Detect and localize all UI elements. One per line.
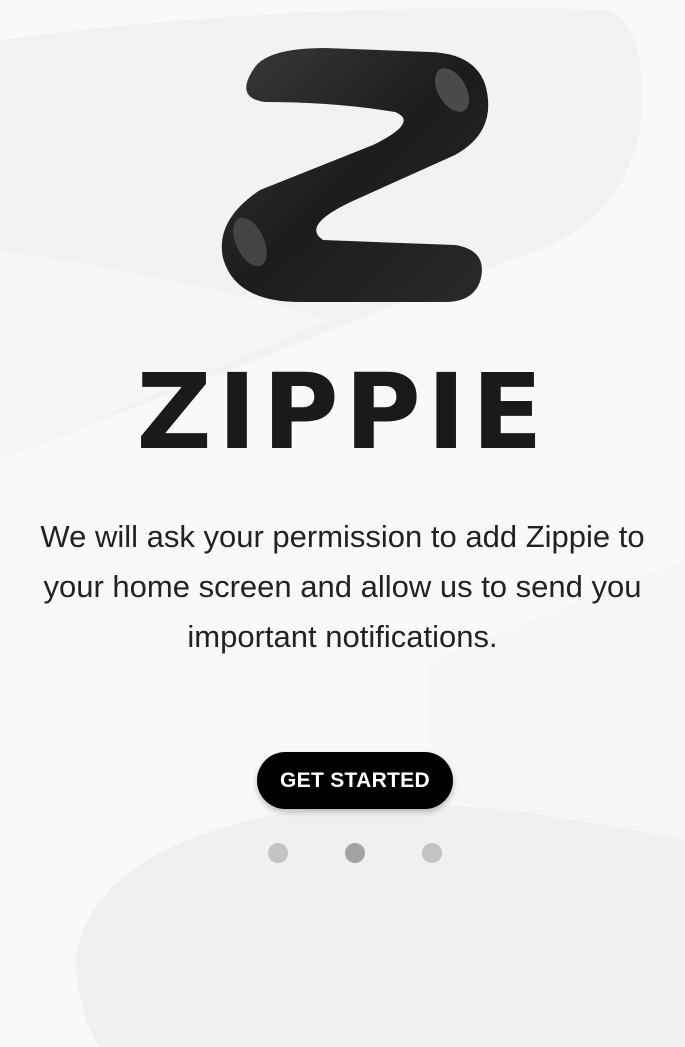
get-started-button[interactable]: GET STARTED <box>257 752 453 809</box>
zippie-logo-icon <box>221 48 489 302</box>
page-dot-2-active[interactable] <box>345 843 365 863</box>
onboarding-description: We will ask your permission to add Zippi… <box>40 519 645 654</box>
onboarding-screen: ZIPPIE We will ask your permission to ad… <box>0 0 685 1047</box>
page-dot-1[interactable] <box>268 843 288 863</box>
page-dot-3[interactable] <box>422 843 442 863</box>
brand-title: ZIPPIE <box>136 351 549 473</box>
page-indicator <box>0 843 685 863</box>
